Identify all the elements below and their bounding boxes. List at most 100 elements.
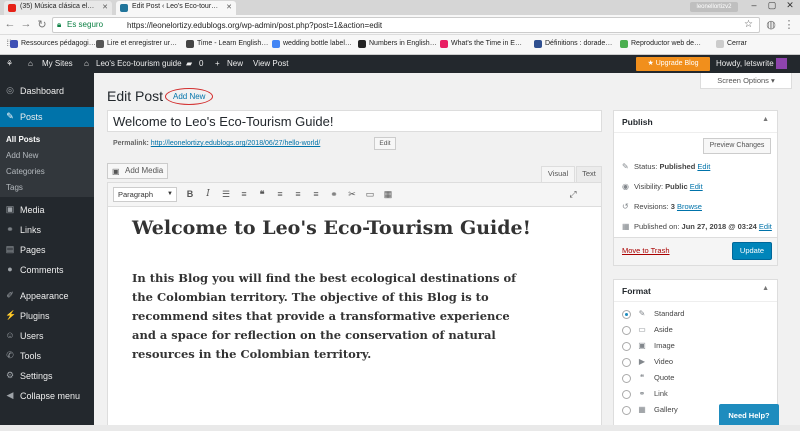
move-to-trash-link[interactable]: Move to Trash — [622, 246, 670, 255]
url-text[interactable]: https://leonelortizy.edublogs.org/wp-adm… — [127, 21, 382, 30]
date-edit-link[interactable]: Edit — [759, 222, 772, 231]
tab-text[interactable]: Text — [576, 166, 602, 182]
bold-icon[interactable]: B — [183, 187, 197, 202]
browser-tab-active[interactable]: Edit Post ‹ Leo's Eco-tour… ✕ — [116, 1, 236, 15]
my-sites-link[interactable]: My Sites — [42, 59, 73, 68]
sidebar-item-pages[interactable]: ▤ Pages — [0, 240, 94, 260]
menu-kebab-icon[interactable]: ⋮ — [782, 18, 796, 31]
sidebar-item-users[interactable]: ☺ Users — [0, 326, 94, 346]
fullscreen-icon[interactable]: ⤢ — [566, 187, 580, 202]
insert-link-icon[interactable]: ⚭ — [327, 187, 341, 202]
sidebar-item-comments[interactable]: ● Comments — [0, 260, 94, 280]
format-select[interactable]: Paragraph ▼ — [113, 187, 177, 202]
unlink-icon[interactable]: ✂ — [345, 187, 359, 202]
toggle-arrow-icon[interactable]: ▲ — [762, 285, 769, 292]
toolbar-toggle-icon[interactable]: ▦ — [381, 187, 395, 202]
sidebar-item-appearance[interactable]: ✐ Appearance — [0, 286, 94, 306]
avatar[interactable] — [776, 58, 787, 69]
bookmark-item[interactable]: Time - Learn English… — [186, 40, 268, 48]
submenu-tags[interactable]: Tags — [6, 183, 23, 192]
radio-button[interactable] — [622, 390, 631, 399]
preview-changes-button[interactable]: Preview Changes — [703, 138, 771, 154]
minimize-icon[interactable]: – — [746, 0, 762, 10]
visibility-edit-link[interactable]: Edit — [690, 182, 703, 191]
format-option-standard[interactable]: ✎ Standard — [622, 309, 684, 321]
align-left-icon[interactable]: ≡ — [273, 187, 287, 202]
radio-button[interactable] — [622, 326, 631, 335]
revisions-row: ↺ Revisions: 3 Browse — [622, 202, 702, 211]
add-media-button[interactable]: ▣ Add Media — [107, 163, 168, 179]
radio-button[interactable] — [622, 374, 631, 383]
close-icon[interactable]: ✕ — [102, 3, 108, 11]
format-option-gallery[interactable]: ▦ Gallery — [622, 405, 678, 417]
howdy-user[interactable]: Howdy, letswrite — [716, 59, 774, 68]
view-post-link[interactable]: View Post — [253, 59, 288, 68]
browser-tab[interactable]: (35) Música clásica el… ✕ — [4, 1, 112, 15]
submenu-all-posts[interactable]: All Posts — [6, 135, 40, 144]
format-option-video[interactable]: ▶ Video — [622, 357, 673, 369]
sidebar-item-media[interactable]: ▣ Media — [0, 200, 94, 220]
bookmark-item[interactable]: wedding bottle label… — [272, 40, 352, 48]
new-content-link[interactable]: New — [227, 59, 243, 68]
radio-button[interactable] — [622, 310, 631, 319]
sidebar-item-links[interactable]: ⚭ Links — [0, 220, 94, 240]
radio-button[interactable] — [622, 358, 631, 367]
radio-button[interactable] — [622, 406, 631, 415]
upgrade-blog-button[interactable]: ★ Upgrade Blog — [636, 57, 710, 71]
update-button[interactable]: Update — [732, 242, 772, 260]
comment-icon[interactable]: ▰ — [186, 59, 192, 68]
sidebar-item-dashboard[interactable]: ◎ Dashboard — [0, 81, 94, 101]
address-bar[interactable]: 🔒︎ Es seguro https://leonelortizy.edublo… — [52, 17, 760, 33]
radio-button[interactable] — [622, 342, 631, 351]
bookmark-favicon-icon — [440, 40, 448, 48]
back-icon[interactable]: ← — [3, 18, 17, 30]
bookmark-item[interactable]: Cerrar — [716, 40, 747, 48]
bookmark-item[interactable]: Ressources pédagogi… — [10, 40, 96, 48]
image-icon: ▣ — [638, 341, 646, 350]
format-option-image[interactable]: ▣ Image — [622, 341, 675, 353]
status-value: Published — [659, 162, 696, 171]
screen-options-button[interactable]: Screen Options ▾ — [700, 73, 792, 89]
reload-icon[interactable]: ↻ — [35, 18, 49, 31]
forward-icon[interactable]: → — [19, 18, 33, 30]
add-new-post-button[interactable]: Add New — [165, 88, 214, 105]
bookmark-item[interactable]: Numbers in English… — [358, 40, 437, 48]
align-right-icon[interactable]: ≡ — [309, 187, 323, 202]
bookmark-item[interactable]: Lire et enregistrer ur… — [96, 40, 177, 48]
permalink-edit-button[interactable]: Edit — [374, 137, 396, 150]
close-window-icon[interactable]: ✕ — [782, 0, 798, 11]
read-more-icon[interactable]: ▭ — [363, 187, 377, 202]
bookmark-item[interactable]: What's the Time in E… — [440, 40, 522, 48]
extension-icon[interactable]: ◍ — [764, 18, 778, 31]
align-center-icon[interactable]: ≡ — [291, 187, 305, 202]
bookmark-item[interactable]: Reproductor web de… — [620, 40, 701, 48]
permalink-url[interactable]: http://leonelortizy.edublogs.org/2018/06… — [151, 140, 321, 147]
browser-tab-bar: (35) Música clásica el… ✕ Edit Post ‹ Le… — [0, 0, 800, 15]
tab-visual[interactable]: Visual — [541, 166, 575, 182]
status-edit-link[interactable]: Edit — [697, 162, 710, 171]
sidebar-item-plugins[interactable]: ⚡ Plugins — [0, 306, 94, 326]
numbered-list-icon[interactable]: ≡ — [237, 187, 251, 202]
submenu-add-new[interactable]: Add New — [6, 151, 38, 160]
sidebar-item-collapse[interactable]: ◀ Collapse menu — [0, 386, 94, 406]
editor-content[interactable]: Welcome to Leo's Eco-Tourism Guide! In t… — [132, 207, 532, 364]
format-option-link[interactable]: ⚭ Link — [622, 389, 668, 401]
sidebar-item-settings[interactable]: ⚙ Settings — [0, 366, 94, 386]
sidebar-item-posts[interactable]: ✎ Posts — [0, 107, 94, 127]
format-option-aside[interactable]: ▭ Aside — [622, 325, 673, 337]
browse-revisions-link[interactable]: Browse — [677, 202, 702, 211]
maximize-icon[interactable]: ▢ — [764, 0, 780, 11]
wordpress-logo-icon[interactable]: ⚘ — [6, 59, 13, 68]
toggle-arrow-icon[interactable]: ▲ — [762, 116, 769, 123]
bullet-list-icon[interactable]: ☰ — [219, 187, 233, 202]
close-icon[interactable]: ✕ — [226, 3, 232, 11]
italic-icon[interactable]: I — [201, 187, 215, 202]
blockquote-icon[interactable]: ❝ — [255, 187, 269, 202]
site-name-link[interactable]: Leo's Eco-tourism guide — [96, 59, 182, 68]
bookmark-item[interactable]: Définitions : dorade… — [534, 40, 612, 48]
format-option-quote[interactable]: ❝ Quote — [622, 373, 674, 385]
submenu-categories[interactable]: Categories — [6, 167, 45, 176]
sidebar-item-tools[interactable]: ✆ Tools — [0, 346, 94, 366]
post-title-input[interactable]: Welcome to Leo's Eco-Tourism Guide! — [107, 110, 602, 132]
bookmark-star-icon[interactable]: ☆ — [744, 19, 753, 30]
